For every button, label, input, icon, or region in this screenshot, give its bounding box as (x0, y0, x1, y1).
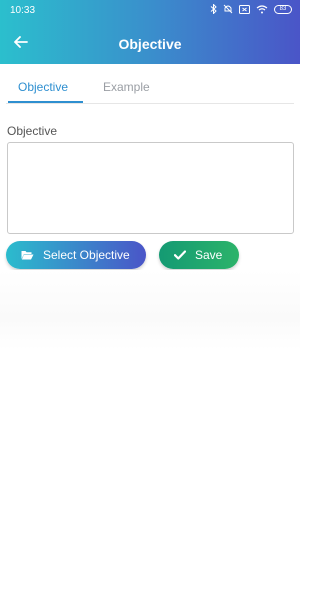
page-title: Objective (118, 36, 182, 52)
objective-textarea[interactable] (7, 142, 294, 234)
tab-example[interactable]: Example (103, 80, 150, 94)
app-header: 10:33 83 Objective (0, 0, 300, 64)
folder-open-icon (21, 250, 34, 260)
save-button[interactable]: Save (159, 241, 239, 269)
mute-icon (223, 4, 233, 14)
select-objective-button[interactable]: Select Objective (6, 241, 146, 269)
save-label: Save (195, 248, 223, 262)
status-icons: 83 (210, 4, 292, 14)
select-objective-label: Select Objective (43, 248, 130, 262)
check-icon (174, 250, 186, 260)
content-background (0, 270, 300, 350)
tab-objective[interactable]: Objective (18, 80, 68, 94)
nav-bar: Objective (0, 22, 300, 64)
status-bar: 10:33 83 (0, 0, 300, 22)
objective-field-label: Objective (7, 124, 58, 138)
bluetooth-icon (210, 4, 217, 14)
status-time: 10:33 (10, 5, 36, 16)
active-tab-indicator (8, 101, 83, 103)
tab-bar: Objective Example (6, 72, 294, 104)
battery-icon: 83 (274, 4, 292, 14)
wifi-icon (256, 4, 268, 14)
sim-icon (239, 4, 250, 14)
